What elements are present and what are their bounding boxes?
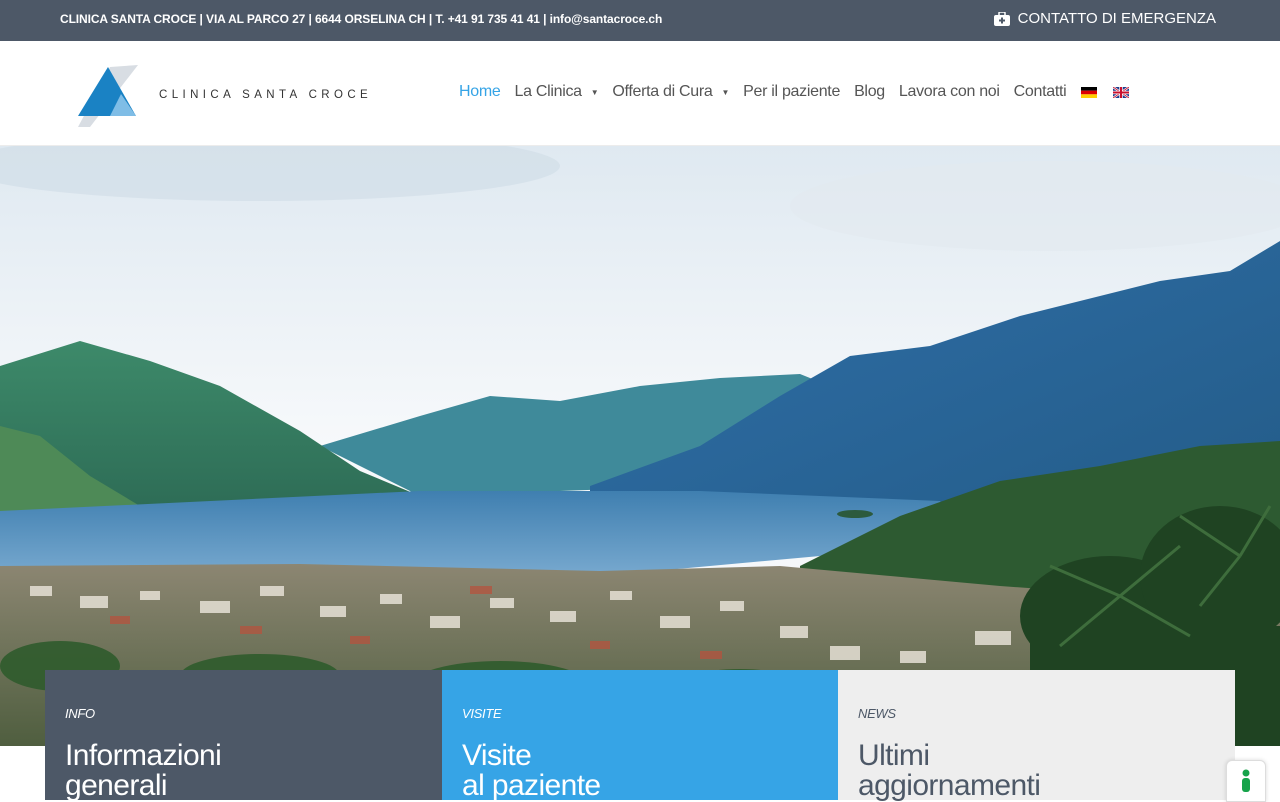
nav-home[interactable]: Home (459, 83, 501, 101)
info-card-title-line1: Informazioni (65, 739, 222, 772)
news-card-title-line2: aggiornamenti (858, 769, 1041, 802)
emergency-contact-label: CONTATTO DI EMERGENZA (1017, 10, 1216, 27)
accessibility-person-icon (1242, 769, 1250, 792)
nav-offerta-di-cura[interactable]: Offerta di Cura ▼ (612, 83, 729, 101)
nav-contatti-label: Contatti (1013, 83, 1067, 100)
hero-image (0, 146, 1280, 746)
main-navigation: Home La Clinica ▼ Offerta di Cura ▼ Per … (459, 83, 1144, 101)
nav-per-il-paziente-label: Per il paziente (743, 83, 841, 100)
caret-down-icon: ▼ (721, 87, 730, 97)
visits-card-kicker: VISITE (462, 706, 502, 721)
german-flag-icon[interactable] (1081, 86, 1098, 98)
nav-lavora-con-noi[interactable]: Lavora con noi (899, 83, 1000, 101)
nav-home-label: Home (459, 83, 501, 100)
clinic-logo[interactable] (76, 65, 140, 129)
visits-card-title: Visite al paziente (462, 741, 818, 801)
caret-down-icon: ▼ (590, 87, 599, 97)
info-card-kicker: INFO (65, 706, 95, 721)
contact-info: CLINICA SANTA CROCE | VIA AL PARCO 27 | … (60, 12, 663, 26)
nav-per-il-paziente[interactable]: Per il paziente (743, 83, 840, 101)
emergency-contact-link[interactable]: CONTATTO DI EMERGENZA (993, 10, 1216, 27)
news-card-title: Ultimi aggiornamenti (858, 741, 1215, 801)
lake-landscape-image (0, 146, 1280, 746)
info-card-title: Informazioni generali (65, 741, 422, 801)
medical-kit-icon (993, 11, 1010, 26)
visits-card[interactable]: VISITE Visite al paziente (442, 670, 838, 801)
nav-la-clinica-label: La Clinica (514, 83, 582, 100)
logo-text: CLINICA SANTA CROCE (159, 89, 373, 101)
nav-la-clinica[interactable]: La Clinica ▼ (514, 83, 598, 101)
visits-card-title-line2: al paziente (462, 769, 601, 802)
news-card[interactable]: NEWS Ultimi aggiornamenti (838, 670, 1235, 801)
visits-card-title-line1: Visite (462, 739, 532, 772)
nav-contatti[interactable]: Contatti (1014, 83, 1067, 101)
english-flag-icon[interactable] (1113, 86, 1130, 98)
site-header: CLINICA SANTA CROCE Home La Clinica ▼ Of… (0, 41, 1280, 146)
accessibility-button[interactable] (1226, 760, 1266, 802)
info-card[interactable]: INFO Informazioni generali (45, 670, 442, 801)
nav-lavora-label: Lavora con noi (898, 83, 1000, 100)
info-card-title-line2: generali (65, 769, 168, 802)
news-card-title-line1: Ultimi (858, 739, 930, 772)
news-card-kicker: NEWS (858, 706, 896, 721)
nav-blog[interactable]: Blog (854, 83, 885, 101)
nav-blog-label: Blog (854, 83, 885, 100)
nav-offerta-label: Offerta di Cura (612, 83, 713, 100)
top-contact-bar: CLINICA SANTA CROCE | VIA AL PARCO 27 | … (0, 0, 1280, 41)
